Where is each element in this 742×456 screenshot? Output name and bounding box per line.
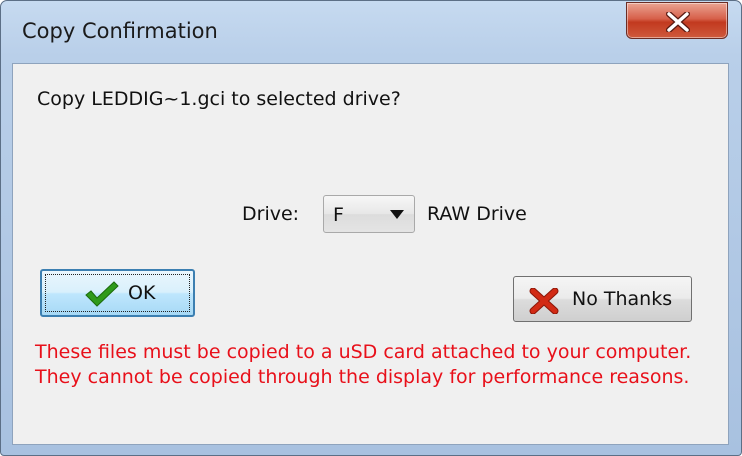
warning-text: These files must be copied to a uSD card… — [35, 341, 692, 388]
drive-select-value: F — [333, 204, 344, 226]
drive-type-label: RAW Drive — [427, 203, 527, 225]
red-x-icon — [529, 288, 559, 314]
dialog-body: Copy LEDDIG~1.gci to selected drive? Dri… — [12, 63, 729, 445]
confirmation-message: Copy LEDDIG~1.gci to selected drive? — [37, 88, 401, 110]
title-bar[interactable]: Copy Confirmation — [1, 1, 741, 63]
no-thanks-label: No Thanks — [572, 288, 673, 310]
close-button[interactable] — [626, 2, 728, 39]
drive-label: Drive: — [242, 203, 300, 225]
checkmark-icon — [85, 281, 119, 307]
no-thanks-button[interactable]: No Thanks — [513, 276, 692, 322]
ok-label: OK — [128, 282, 156, 304]
dialog-window: Copy Confirmation Copy LEDDIG~1.gci to s… — [0, 0, 742, 456]
chevron-down-icon — [390, 210, 404, 219]
drive-select[interactable]: F — [323, 195, 415, 233]
window-title: Copy Confirmation — [22, 19, 218, 43]
ok-button[interactable]: OK — [40, 269, 195, 317]
close-icon — [666, 12, 690, 32]
